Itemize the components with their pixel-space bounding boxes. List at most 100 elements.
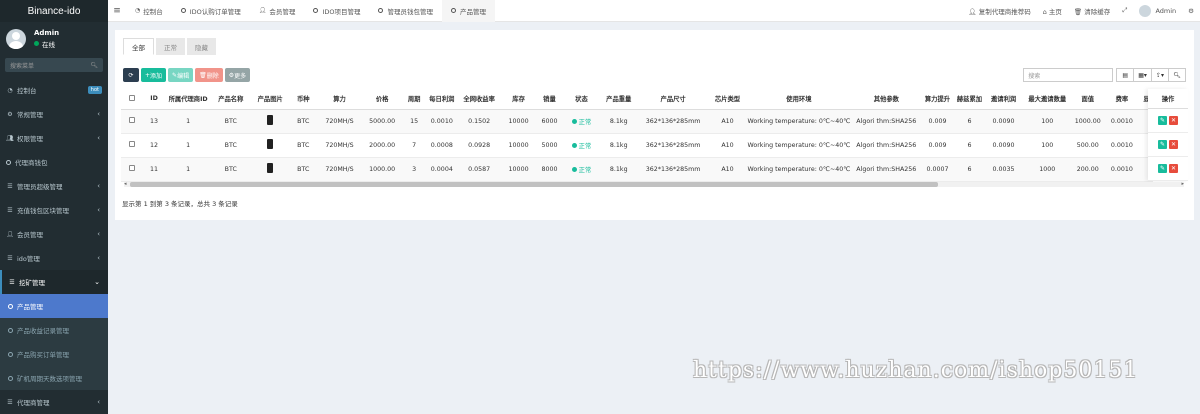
row-delete-button[interactable]: ✕	[1169, 116, 1178, 125]
col-header[interactable]: 状态	[562, 89, 601, 110]
col-header[interactable]: 赫兹累加	[954, 89, 985, 110]
export-button[interactable]: ⇪▾	[1150, 68, 1169, 82]
row-checkbox[interactable]	[121, 157, 143, 182]
tab-ido-projects[interactable]: IDO项目管理	[304, 0, 369, 22]
status-cell[interactable]: 正常	[562, 133, 601, 158]
sidebar-item-product-orders[interactable]: 产品购买订单管理	[0, 342, 108, 366]
row-delete-button[interactable]: ✕	[1169, 140, 1178, 149]
col-header[interactable]: 其他参数	[852, 89, 921, 110]
col-header[interactable]: 产品图片	[251, 89, 290, 110]
scroll-left-icon[interactable]: ◂	[124, 181, 127, 187]
scroll-right-icon[interactable]: ▸	[1181, 181, 1184, 187]
product-image[interactable]	[267, 139, 274, 149]
tab-all[interactable]: 全部	[123, 38, 154, 55]
product-image[interactable]	[267, 115, 274, 125]
brand-logo[interactable]: Binance-ido	[0, 0, 108, 22]
col-header[interactable]: 产品尺寸	[636, 89, 710, 110]
checkbox[interactable]	[128, 94, 135, 101]
tab-hidden[interactable]: 隐藏	[187, 38, 216, 55]
row-edit-button[interactable]: ✎	[1158, 140, 1167, 149]
col-header[interactable]: 产品重量	[600, 89, 637, 110]
sidebar-item-general[interactable]: ⚙ 常规管理 ‹	[0, 102, 108, 126]
tab-products[interactable]: 产品管理	[441, 0, 495, 22]
fullscreen-button[interactable]: ⤢	[1116, 6, 1133, 15]
status-cell[interactable]: 正常	[562, 157, 601, 182]
col-header[interactable]: 最大邀请数量	[1022, 89, 1072, 110]
status-badge[interactable]: 正常	[571, 165, 591, 174]
col-header[interactable]: 费率	[1103, 89, 1140, 110]
delete-button[interactable]: 🗑︎ 删除	[195, 68, 223, 82]
col-header[interactable]: 币种	[289, 89, 318, 110]
checkbox[interactable]	[128, 165, 135, 171]
col-header[interactable]: 每日利润	[425, 89, 458, 110]
product-image-cell[interactable]	[251, 133, 290, 158]
sidebar-item-ido[interactable]: ☰ ido管理 ‹	[0, 246, 108, 270]
col-header[interactable]: ID	[142, 89, 166, 110]
sidebar-item-members[interactable]: 👤︎ 会员管理 ‹	[0, 222, 108, 246]
refresh-button[interactable]: ⟳	[123, 68, 139, 82]
checkbox[interactable]	[128, 117, 135, 123]
table-row[interactable]: 12 1 BTC BTC 720MH/S 2000.00 7 0.0008 0.…	[121, 133, 1153, 158]
col-header[interactable]: 全网收益率	[457, 89, 501, 110]
row-edit-button[interactable]: ✎	[1158, 116, 1167, 125]
col-header[interactable]: 面值	[1071, 89, 1104, 110]
home-button[interactable]: ⌂ 主页	[1037, 6, 1068, 16]
toggle-view-button[interactable]: ▤	[1116, 68, 1135, 82]
row-checkbox[interactable]	[121, 109, 143, 134]
status-cell[interactable]: 正常	[562, 109, 601, 134]
sidebar-search-input[interactable]: 搜索菜单 🔍︎	[5, 58, 103, 72]
sidebar-item-mining[interactable]: ☰ 挖矿管理 ⌄	[0, 270, 108, 294]
sidebar-item-auth[interactable]: 👥︎ 权限管理 ‹	[0, 126, 108, 150]
col-header[interactable]: 价格	[361, 89, 403, 110]
more-button[interactable]: ⚙ 更多	[224, 68, 251, 82]
sidebar-item-product-earnings[interactable]: 产品收益记录管理	[0, 318, 108, 342]
tab-dashboard[interactable]: ◔ 控制台	[126, 0, 172, 22]
checkbox[interactable]	[128, 141, 135, 147]
table-search-input[interactable]: 搜索	[1023, 68, 1114, 82]
search-icon[interactable]: 🔍︎	[90, 62, 98, 69]
col-header[interactable]: 算力	[317, 89, 362, 110]
add-button[interactable]: + 添加	[141, 68, 167, 82]
hamburger-icon[interactable]: ≡	[108, 6, 126, 16]
col-header[interactable]: 销量	[536, 89, 563, 110]
settings-button[interactable]: ⚙	[1182, 7, 1200, 15]
sidebar-item-miner-period[interactable]: 矿机周期天数选项管理	[0, 366, 108, 390]
columns-button[interactable]: ▦▾	[1133, 68, 1152, 82]
tab-members[interactable]: 👤︎ 会员管理	[250, 0, 305, 22]
sidebar-item-products[interactable]: 产品管理	[0, 294, 108, 318]
sidebar-item-dashboard[interactable]: ◔ 控制台 hot	[0, 78, 108, 102]
status-badge[interactable]: 正常	[571, 117, 591, 126]
advanced-search-button[interactable]: 🔍︎	[1168, 68, 1186, 82]
status-badge[interactable]: 正常	[571, 141, 591, 150]
row-edit-button[interactable]: ✎	[1158, 164, 1167, 173]
col-header[interactable]: 所属代理商ID	[165, 89, 211, 110]
row-checkbox[interactable]	[121, 133, 143, 158]
copy-referral-button[interactable]: 👤︎ 复制代理商推荐码	[962, 6, 1036, 16]
edit-button[interactable]: ✎ 编辑	[168, 68, 194, 82]
row-delete-button[interactable]: ✕	[1169, 164, 1178, 173]
product-image-cell[interactable]	[251, 109, 290, 134]
col-header[interactable]: 芯片类型	[709, 89, 746, 110]
clear-cache-button[interactable]: 🗑︎ 清除缓存	[1068, 6, 1116, 16]
product-image[interactable]	[267, 163, 274, 173]
col-header[interactable]: 周期	[402, 89, 426, 110]
select-all-checkbox[interactable]	[121, 89, 143, 110]
sidebar-item-recharge-wallet[interactable]: ☰ 充值钱包区块管理 ‹	[0, 198, 108, 222]
col-header[interactable]: 产品名称	[210, 89, 252, 110]
tab-admin-wallet[interactable]: 管理员钱包管理	[369, 0, 442, 22]
col-header[interactable]: 库存	[500, 89, 537, 110]
scrollbar-thumb[interactable]	[130, 182, 938, 187]
sidebar-item-agent-wallet[interactable]: 代理商钱包	[0, 150, 108, 174]
user-menu[interactable]: Admin	[1133, 4, 1182, 17]
horizontal-scrollbar[interactable]: ◂ ▸	[124, 181, 1184, 187]
col-header[interactable]: 使用环境	[745, 89, 853, 110]
product-image-cell[interactable]	[251, 157, 290, 182]
tab-normal[interactable]: 正常	[156, 38, 185, 55]
sidebar-item-agents[interactable]: ☰ 代理商管理 ‹	[0, 390, 108, 414]
col-header[interactable]: 算力提升	[920, 89, 955, 110]
table-row[interactable]: 13 1 BTC BTC 720MH/S 5000.00 15 0.0010 0…	[121, 109, 1153, 134]
table-row[interactable]: 11 1 BTC BTC 720MH/S 1000.00 3 0.0004 0.…	[121, 157, 1153, 182]
tab-ido-orders[interactable]: IDO认购订单管理	[172, 0, 250, 22]
sidebar-item-super-admin[interactable]: ☰ 管理员超级管理 ‹	[0, 174, 108, 198]
col-header[interactable]: 邀请利润	[984, 89, 1023, 110]
